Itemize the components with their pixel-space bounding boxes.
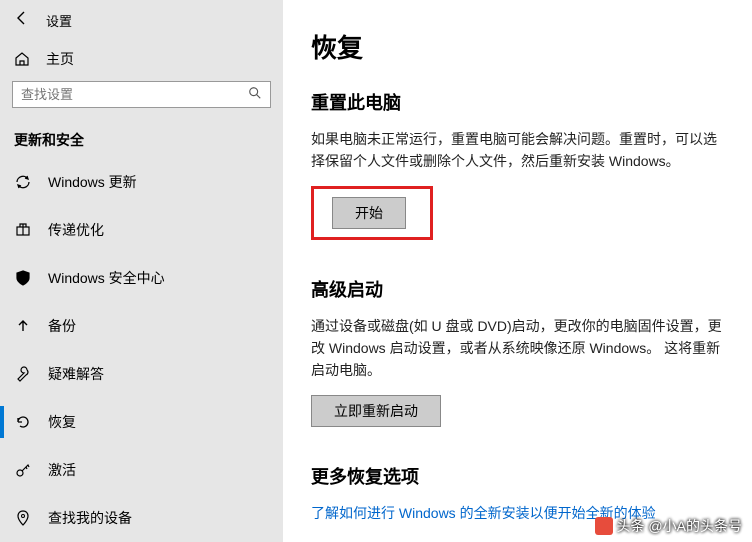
watermark: 头条 @小A的头条号 <box>595 516 742 536</box>
home-row[interactable]: 主页 <box>0 39 283 81</box>
backup-icon <box>14 317 32 335</box>
sidebar-item-label: 激活 <box>48 460 76 480</box>
wrench-icon <box>14 365 32 383</box>
home-icon <box>14 51 30 67</box>
reset-description: 如果电脑未正常运行，重置电脑可能会解决问题。重置时，可以选择保留个人文件或删除个… <box>311 129 724 172</box>
recovery-icon <box>14 413 32 431</box>
sidebar-item-activation[interactable]: 激活 <box>0 446 283 494</box>
advanced-description: 通过设备或磁盘(如 U 盘或 DVD)启动，更改你的电脑固件设置，更改 Wind… <box>311 316 724 381</box>
sidebar-item-windows-update[interactable]: Windows 更新 <box>0 158 283 206</box>
page-title: 恢复 <box>311 28 724 65</box>
reset-heading: 重置此电脑 <box>311 89 724 115</box>
watermark-text: 头条 @小A的头条号 <box>617 516 742 536</box>
search-wrap <box>0 81 283 120</box>
search-input[interactable] <box>21 87 248 102</box>
sidebar: 设置 主页 更新和安全 Windows 更新 传递优化 <box>0 0 283 542</box>
nav-list: Windows 更新 传递优化 Windows 安全中心 备份 疑难解答 <box>0 158 283 542</box>
more-heading: 更多恢复选项 <box>311 463 724 489</box>
window-title: 设置 <box>46 11 72 30</box>
sidebar-item-label: 传递优化 <box>48 220 104 240</box>
header-row: 设置 <box>0 0 283 39</box>
sidebar-item-label: 查找我的设备 <box>48 508 132 528</box>
delivery-icon <box>14 221 32 239</box>
sidebar-item-label: 备份 <box>48 316 76 336</box>
sidebar-item-troubleshoot[interactable]: 疑难解答 <box>0 350 283 398</box>
location-icon <box>14 509 32 527</box>
search-icon[interactable] <box>248 86 262 103</box>
advanced-heading: 高级启动 <box>311 276 724 302</box>
sidebar-item-find-my-device[interactable]: 查找我的设备 <box>0 494 283 542</box>
reset-button-highlight: 开始 <box>311 186 433 240</box>
reset-section: 重置此电脑 如果电脑未正常运行，重置电脑可能会解决问题。重置时，可以选择保留个人… <box>311 89 724 240</box>
restart-now-button[interactable]: 立即重新启动 <box>311 395 441 427</box>
key-icon <box>14 461 32 479</box>
watermark-icon <box>595 517 613 535</box>
search-box[interactable] <box>12 81 271 108</box>
reset-start-button[interactable]: 开始 <box>332 197 406 229</box>
sidebar-item-label: 疑难解答 <box>48 364 104 384</box>
sidebar-item-recovery[interactable]: 恢复 <box>0 398 283 446</box>
more-section: 更多恢复选项 了解如何进行 Windows 的全新安装以便开始全新的体验 <box>311 463 724 523</box>
sync-icon <box>14 173 32 191</box>
shield-icon <box>14 269 32 287</box>
main-content: 恢复 重置此电脑 如果电脑未正常运行，重置电脑可能会解决问题。重置时，可以选择保… <box>283 0 752 542</box>
back-icon[interactable] <box>14 10 30 31</box>
sidebar-item-windows-security[interactable]: Windows 安全中心 <box>0 254 283 302</box>
home-label: 主页 <box>46 49 74 69</box>
sidebar-item-delivery-optimization[interactable]: 传递优化 <box>0 206 283 254</box>
sidebar-item-backup[interactable]: 备份 <box>0 302 283 350</box>
advanced-section: 高级启动 通过设备或磁盘(如 U 盘或 DVD)启动，更改你的电脑固件设置，更改… <box>311 276 724 427</box>
category-heading: 更新和安全 <box>0 120 283 158</box>
sidebar-item-label: Windows 更新 <box>48 172 137 192</box>
sidebar-item-label: 恢复 <box>48 412 76 432</box>
sidebar-item-label: Windows 安全中心 <box>48 268 165 288</box>
